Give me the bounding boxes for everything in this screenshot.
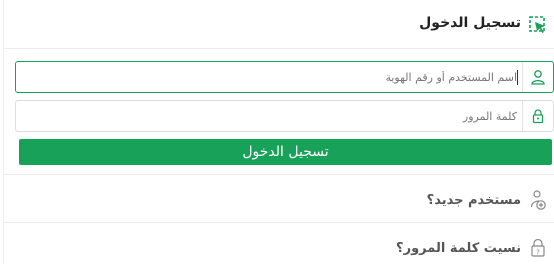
password-input[interactable] [24,101,517,131]
new-user-label: مستخدم جديد؟ [426,192,521,208]
login-panel: تسجيل الدخول تسجيل الدخول [3,0,554,264]
login-button[interactable]: تسجيل الدخول [19,139,552,165]
divider [4,174,554,175]
add-user-icon [529,189,547,211]
username-input[interactable] [24,62,517,92]
forgot-password-label: نسيت كلمة المرور؟ [396,240,521,256]
new-user-link[interactable]: مستخدم جديد؟ [427,188,547,212]
forgot-password-link[interactable]: ? نسيت كلمة المرور؟ [396,236,547,260]
username-field[interactable] [15,61,554,93]
lock-icon [522,101,553,131]
text-caret [517,70,518,85]
user-icon [522,62,553,92]
password-field[interactable] [15,100,554,132]
login-cursor-icon [529,16,547,34]
divider [4,222,554,223]
login-header: تسجيل الدخول [4,0,554,49]
lock-question-icon: ? [529,237,547,259]
page-title: تسجيل الدخول [419,15,521,31]
svg-text:?: ? [536,249,540,257]
